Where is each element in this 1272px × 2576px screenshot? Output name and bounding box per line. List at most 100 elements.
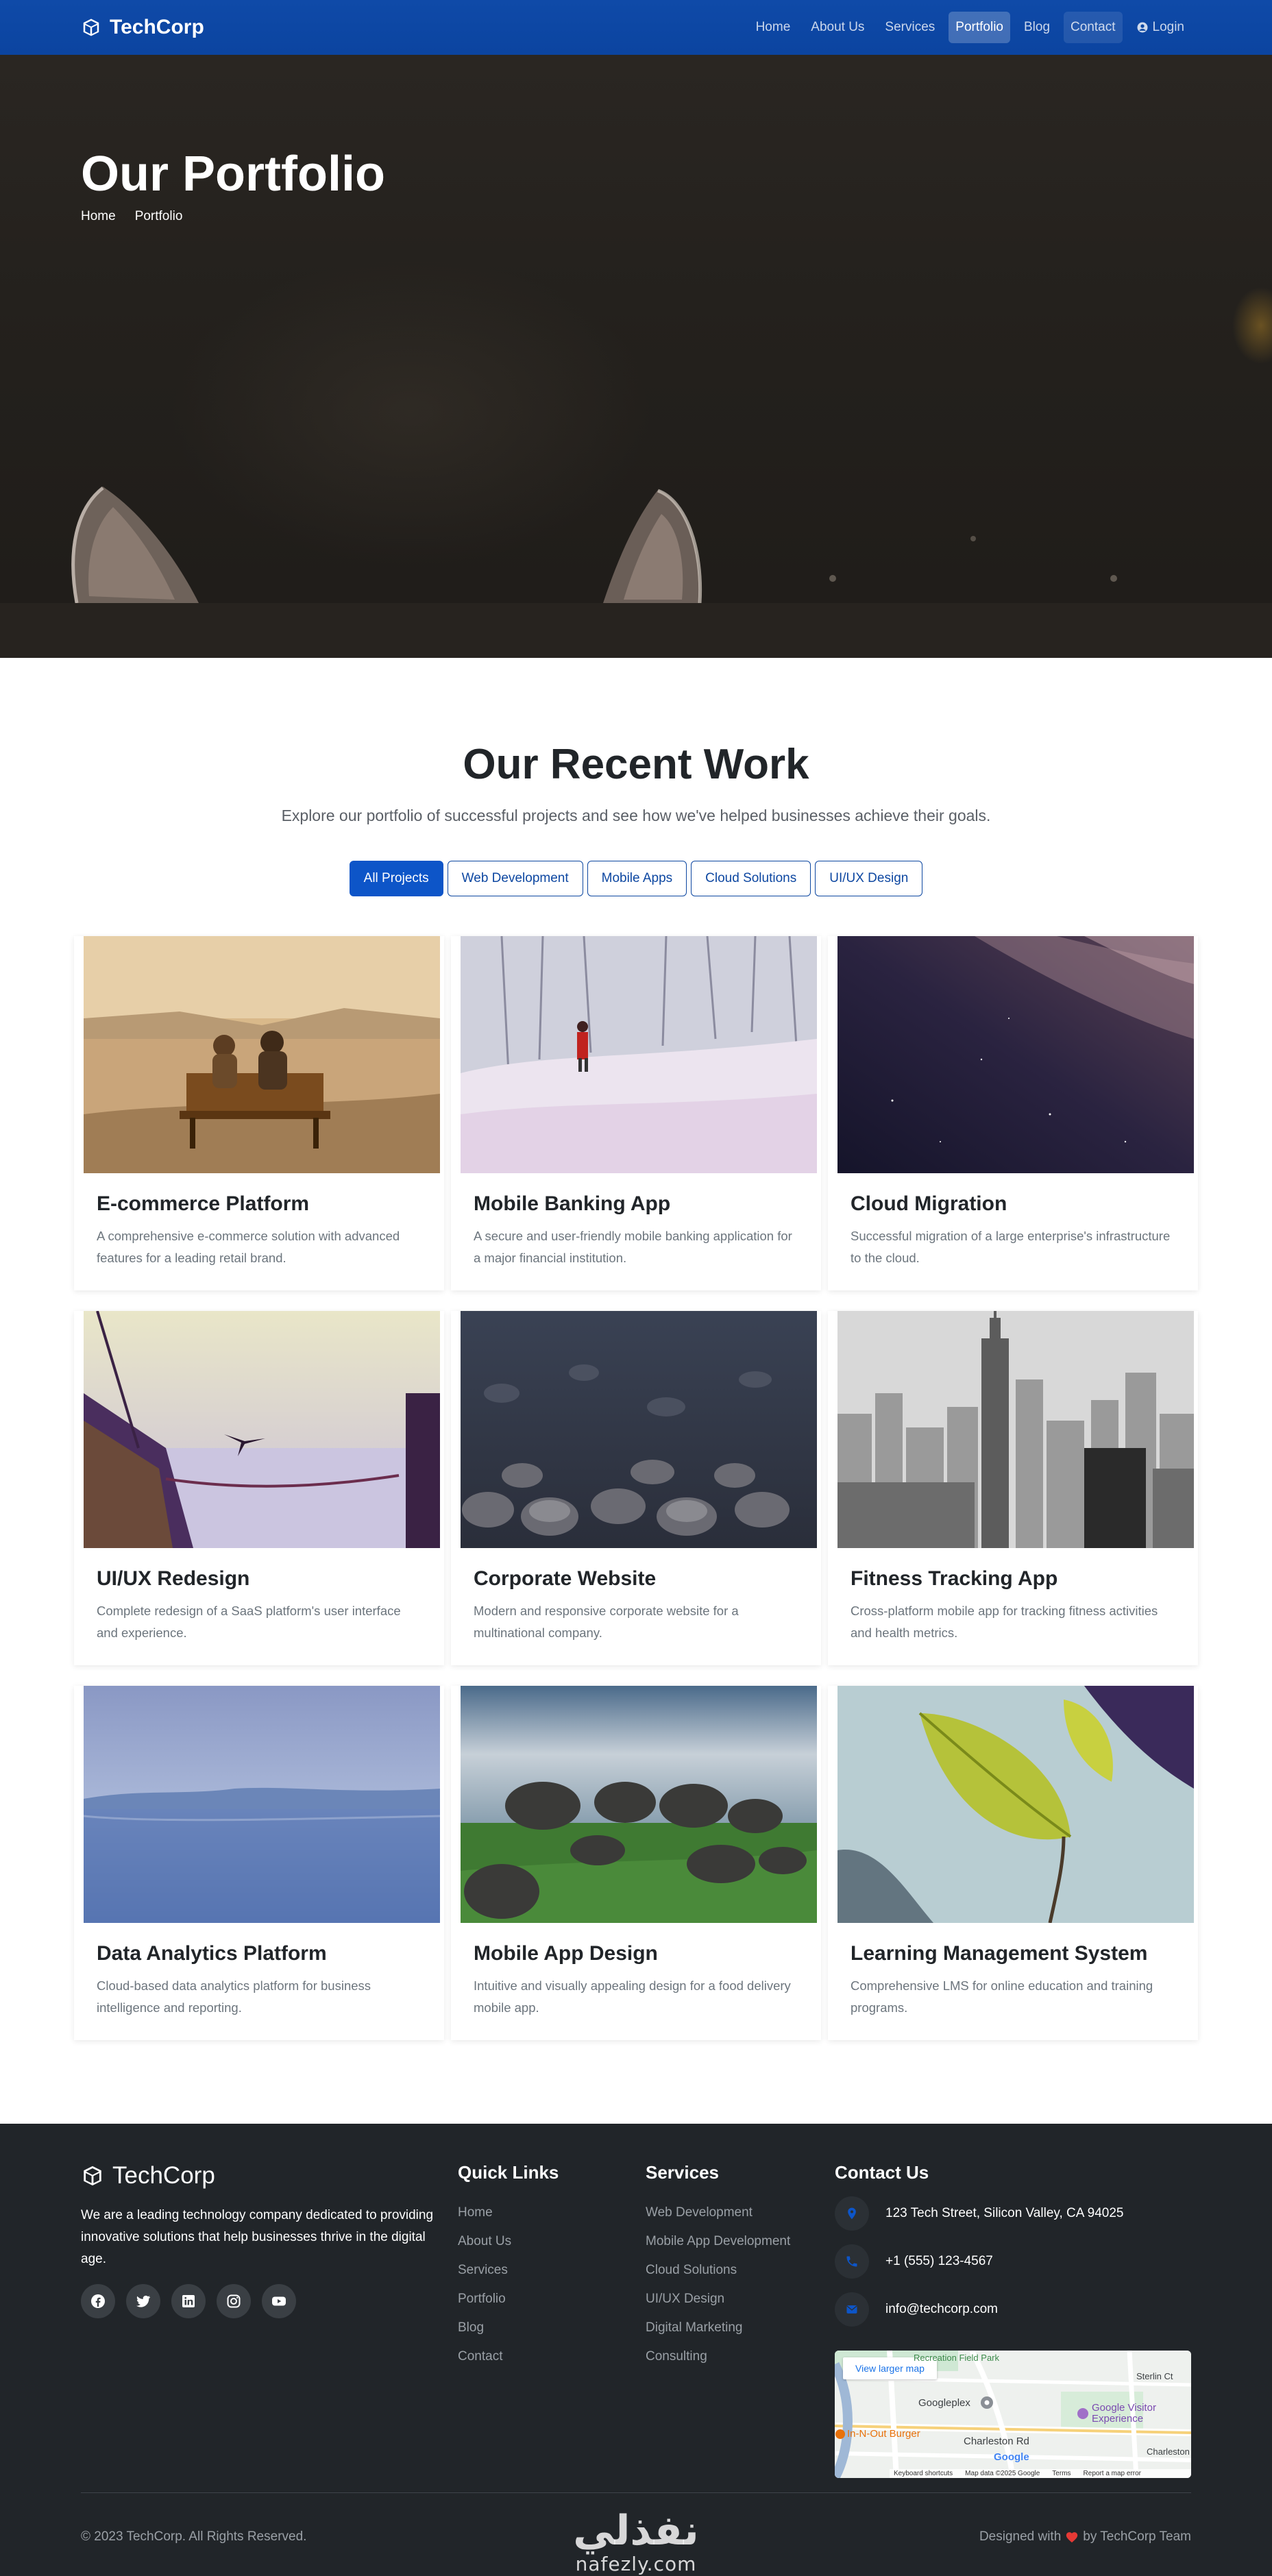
footer-link-portfolio[interactable]: Portfolio <box>458 2285 559 2314</box>
services-list: Web Development Mobile App Development C… <box>646 2198 790 2371</box>
footer-divider <box>81 2492 1191 2493</box>
contact-address: 123 Tech Street, Silicon Valley, CA 9402… <box>835 2196 1191 2231</box>
quick-links-list: Home About Us Services Portfolio Blog Co… <box>458 2198 559 2371</box>
portfolio-card[interactable]: Mobile App Design Intuitive and visually… <box>451 1686 821 2040</box>
project-image-snow-forest <box>461 936 817 1173</box>
quick-links-heading: Quick Links <box>458 2162 559 2183</box>
map-label: Google Visitor Experience <box>1092 2402 1156 2425</box>
project-description: A comprehensive e-commerce solution with… <box>97 1229 400 1265</box>
map-label: Sterlin Ct <box>1136 2371 1173 2381</box>
social-links <box>81 2284 437 2318</box>
footer-brand-name: TechCorp <box>112 2162 215 2189</box>
nav-link-contact[interactable]: Contact <box>1064 12 1123 43</box>
portfolio-card[interactable]: E-commerce Platform A comprehensive e-co… <box>74 936 444 1290</box>
project-description: Intuitive and visually appealing design … <box>474 1978 791 2015</box>
footer-service-cloud-solutions[interactable]: Cloud Solutions <box>646 2256 790 2285</box>
project-description: Cross-platform mobile app for tracking f… <box>851 1604 1158 1640</box>
footer-link-blog[interactable]: Blog <box>458 2314 559 2342</box>
instagram-icon[interactable] <box>217 2284 251 2318</box>
filter-mobile-apps[interactable]: Mobile Apps <box>587 861 687 896</box>
project-image-couple-on-bench <box>84 936 440 1173</box>
nav-link-portfolio[interactable]: Portfolio <box>949 12 1010 43</box>
project-title: Corporate Website <box>474 1567 657 1590</box>
footer-service-consulting[interactable]: Consulting <box>646 2342 790 2371</box>
breadcrumb-home[interactable]: Home <box>81 209 116 224</box>
services-heading: Services <box>646 2162 719 2183</box>
location-map[interactable]: View larger map Recreation Field Park St… <box>835 2351 1191 2478</box>
section-subtitle: Explore our portfolio of successful proj… <box>281 807 991 824</box>
copyright-text: © 2023 TechCorp. All Rights Reserved. <box>81 2529 307 2544</box>
portfolio-card[interactable]: Learning Management System Comprehensive… <box>828 1686 1198 2040</box>
map-label: In-N-Out Burger <box>847 2428 920 2440</box>
footer-service-ui-ux-design[interactable]: UI/UX Design <box>646 2285 790 2314</box>
project-description: Cloud-based data analytics platform for … <box>97 1978 371 2015</box>
footer-service-web-development[interactable]: Web Development <box>646 2198 790 2227</box>
phone-text[interactable]: +1 (555) 123-4567 <box>885 2254 993 2269</box>
project-title: E-commerce Platform <box>97 1192 310 1215</box>
cube-icon <box>83 19 99 36</box>
nav-link-blog[interactable]: Blog <box>1017 12 1057 43</box>
portfolio-card[interactable]: Cloud Migration Successful migration of … <box>828 936 1198 1290</box>
portfolio-grid: E-commerce Platform A comprehensive e-co… <box>74 936 1198 2040</box>
portfolio-card[interactable]: UI/UX Redesign Complete redesign of a Sa… <box>74 1311 444 1665</box>
phone-icon <box>835 2244 869 2279</box>
footer-link-home[interactable]: Home <box>458 2198 559 2227</box>
map-keyboard-shortcuts[interactable]: Keyboard shortcuts <box>894 2470 953 2477</box>
footer-link-about[interactable]: About Us <box>458 2227 559 2256</box>
map-report-error[interactable]: Report a map error <box>1084 2470 1141 2477</box>
login-label: Login <box>1152 20 1185 34</box>
project-title: Mobile Banking App <box>474 1192 671 1215</box>
project-title: Fitness Tracking App <box>851 1567 1058 1590</box>
footer-service-mobile-app-development[interactable]: Mobile App Development <box>646 2227 790 2256</box>
footer-service-digital-marketing[interactable]: Digital Marketing <box>646 2314 790 2342</box>
filter-cloud-solutions[interactable]: Cloud Solutions <box>691 861 811 896</box>
nav-link-about[interactable]: About Us <box>804 12 871 43</box>
footer-link-contact[interactable]: Contact <box>458 2342 559 2371</box>
portfolio-card[interactable]: Corporate Website Modern and responsive … <box>451 1311 821 1665</box>
email-text[interactable]: info@techcorp.com <box>885 2302 998 2317</box>
breadcrumb: Home Portfolio <box>81 209 182 224</box>
facebook-icon[interactable] <box>81 2284 115 2318</box>
portfolio-card[interactable]: Data Analytics Platform Cloud-based data… <box>74 1686 444 2040</box>
map-data-credit: Map data ©2025 Google <box>965 2470 1040 2477</box>
footer-link-services[interactable]: Services <box>458 2256 559 2285</box>
nav-links: Home About Us Services Portfolio Blog Co… <box>749 12 1191 43</box>
section-title: Our Recent Work <box>463 741 809 788</box>
filter-all-projects[interactable]: All Projects <box>349 861 443 896</box>
map-label: Charleston <box>1147 2446 1190 2457</box>
youtube-icon[interactable] <box>262 2284 296 2318</box>
google-logo: Google <box>994 2451 1029 2463</box>
brand-name: TechCorp <box>110 16 204 38</box>
login-link[interactable]: Login <box>1129 12 1192 43</box>
filter-web-development[interactable]: Web Development <box>447 861 583 896</box>
project-description: Comprehensive LMS for online education a… <box>851 1978 1153 2015</box>
linkedin-icon[interactable] <box>171 2284 206 2318</box>
portfolio-filters: All Projects Web Development Mobile Apps… <box>0 861 1272 896</box>
project-image-green-leaf <box>837 1686 1194 1923</box>
map-label: Charleston Rd <box>964 2436 1029 2447</box>
hero-background-image <box>71 487 1117 658</box>
heart-icon <box>1066 2532 1078 2543</box>
footer-brand[interactable]: TechCorp <box>81 2162 437 2189</box>
hero-bottom-band <box>0 603 1272 658</box>
filter-ui-ux-design[interactable]: UI/UX Design <box>815 861 923 896</box>
portfolio-card[interactable]: Mobile Banking App A secure and user-fri… <box>451 936 821 1290</box>
nav-link-home[interactable]: Home <box>749 12 798 43</box>
footer-contact-column: Contact Us 123 Tech Street, Silicon Vall… <box>835 2162 1191 2478</box>
contact-heading: Contact Us <box>835 2162 929 2183</box>
map-terms[interactable]: Terms <box>1052 2470 1071 2477</box>
user-circle-icon <box>1137 22 1147 33</box>
portfolio-card[interactable]: Fitness Tracking App Cross-platform mobi… <box>828 1311 1198 1665</box>
map-label: Googleplex <box>918 2397 970 2409</box>
designed-prefix: Designed with <box>979 2529 1062 2544</box>
project-description: Complete redesign of a SaaS platform's u… <box>97 1604 401 1640</box>
contact-email: info@techcorp.com <box>835 2292 1191 2327</box>
breadcrumb-portfolio: Portfolio <box>134 209 183 223</box>
twitter-icon[interactable] <box>126 2284 160 2318</box>
brand-logo[interactable]: TechCorp <box>81 16 204 39</box>
project-image-boulders-field <box>461 1686 817 1923</box>
watermark-arabic: نفذلي <box>573 2507 699 2555</box>
project-image-night-sky <box>837 936 1194 1173</box>
address-text: 123 Tech Street, Silicon Valley, CA 9402… <box>885 2206 1124 2220</box>
nav-link-services[interactable]: Services <box>878 12 942 43</box>
